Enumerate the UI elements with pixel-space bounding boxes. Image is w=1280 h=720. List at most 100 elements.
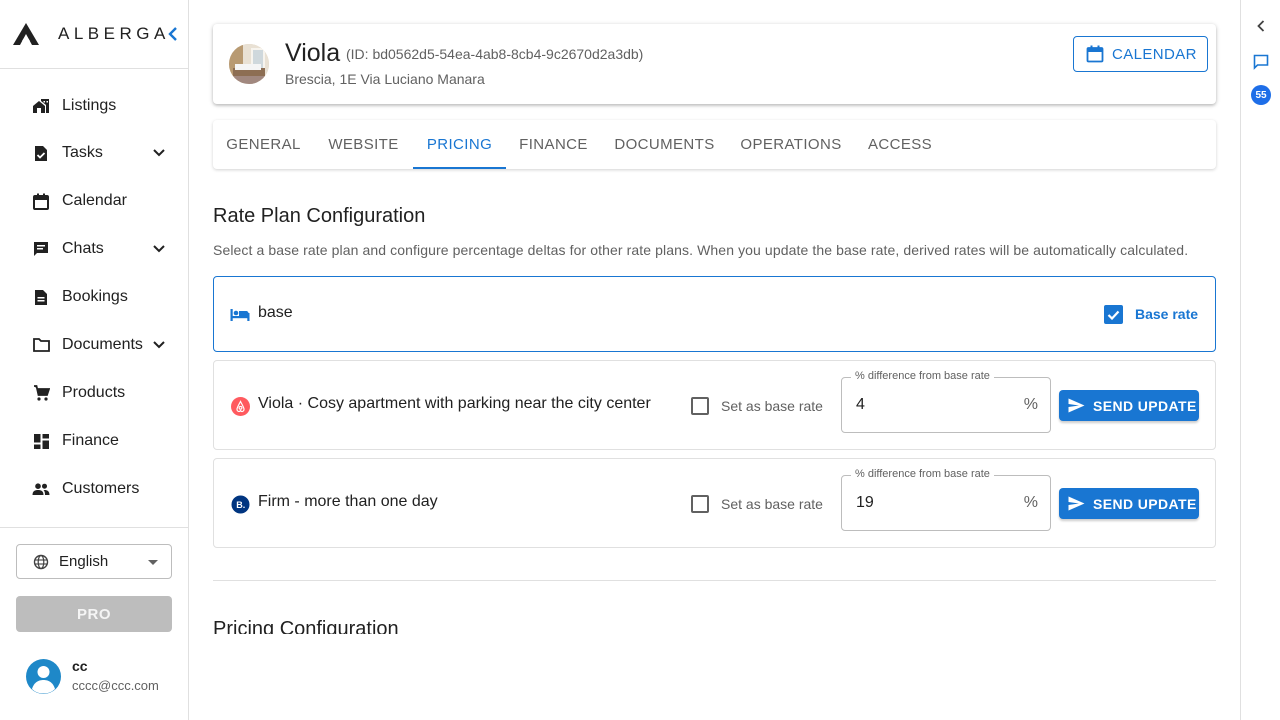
rate-plan-title: Rate Plan Configuration — [213, 205, 426, 227]
tab-operations[interactable]: OPERATIONS — [728, 120, 854, 169]
sidebar-item-label: Customers — [62, 480, 140, 497]
sidebar-item-label: Listings — [62, 97, 117, 114]
sidebar-item-calendar[interactable]: Calendar — [0, 179, 188, 223]
sidebar-item-listings[interactable]: Listings — [0, 84, 188, 128]
chevron-down-icon — [150, 240, 168, 258]
sidebar-item-finance[interactable]: Finance — [0, 419, 188, 463]
account-circle-icon — [32, 666, 55, 694]
sidebar-item-label: Calendar — [62, 192, 127, 209]
set-base-rate-checkbox[interactable] — [691, 495, 709, 513]
send-update-label: SEND UPDATE — [1093, 495, 1197, 512]
messages-button[interactable] — [1253, 54, 1269, 70]
percent-difference-field[interactable]: % difference from base rate % — [841, 468, 1051, 531]
notification-badge[interactable]: 55 — [1251, 85, 1271, 105]
base-rate-label: Base rate — [1135, 306, 1199, 322]
sidebar-item-label: Finance — [62, 432, 119, 449]
sidebar-item-tasks[interactable]: Tasks — [0, 131, 188, 175]
pro-button[interactable]: PRO — [16, 596, 172, 632]
cart-icon — [32, 384, 50, 402]
section-divider — [213, 580, 1216, 581]
sidebar-item-label: Tasks — [62, 144, 103, 161]
property-header: Viola (ID: bd0562d5-54ea-4ab8-8cb4-9c267… — [213, 24, 1216, 104]
tab-finance[interactable]: FINANCE — [506, 120, 601, 169]
base-rate-checkbox[interactable] — [1104, 305, 1123, 324]
chat-icon — [32, 240, 50, 258]
task-icon — [32, 144, 50, 162]
sidebar-item-label: Bookings — [62, 288, 128, 305]
rate-plan-name: Firm - more than one day — [258, 493, 438, 510]
field-label: % difference from base rate — [851, 468, 994, 480]
rate-plan-card: B. Firm - more than one day Set as base … — [213, 458, 1216, 548]
percent-difference-input[interactable] — [856, 396, 1006, 414]
chevron-down-icon — [150, 144, 168, 162]
right-rail: 55 — [1240, 0, 1280, 720]
set-base-rate-label: Set as base rate — [721, 496, 823, 512]
sidebar-item-customers[interactable]: Customers — [0, 467, 188, 511]
send-update-button[interactable]: SEND UPDATE — [1059, 488, 1199, 519]
bed-icon — [230, 305, 250, 325]
calendar-icon — [32, 192, 50, 210]
user-email: cccc@ccc.com — [72, 678, 159, 693]
calendar-button-label: CALENDAR — [1112, 45, 1197, 63]
rate-plan-name: base — [258, 304, 293, 321]
calendar-button[interactable]: CALENDAR — [1073, 36, 1208, 72]
check-icon — [1107, 310, 1120, 320]
property-id: (ID: bd0562d5-54ea-4ab8-8cb4-9c2670d2a3d… — [346, 46, 644, 62]
percent-suffix: % — [1023, 494, 1038, 511]
sidebar-item-bookings[interactable]: Bookings — [0, 275, 188, 319]
property-address: Brescia, 1E Via Luciano Manara — [285, 71, 485, 87]
sidebar-item-documents[interactable]: Documents — [0, 323, 188, 367]
chevron-left-icon — [1257, 20, 1265, 32]
airbnb-icon — [230, 396, 250, 416]
percent-difference-field[interactable]: % difference from base rate % — [841, 370, 1051, 433]
percent-difference-input[interactable] — [856, 494, 1006, 512]
property-avatar — [229, 44, 269, 84]
sidebar-item-chats[interactable]: Chats — [0, 227, 188, 271]
sidebar-item-label: Chats — [62, 240, 104, 257]
document-icon — [32, 288, 50, 306]
calendar-icon — [1086, 45, 1104, 63]
people-icon — [32, 480, 50, 498]
tab-bar: GENERAL WEBSITE PRICING FINANCE DOCUMENT… — [213, 120, 1216, 169]
chevron-down-icon — [150, 336, 168, 354]
rate-plan-name: Viola · Cosy apartment with parking near… — [258, 395, 651, 412]
tab-documents[interactable]: DOCUMENTS — [601, 120, 728, 169]
send-icon — [1068, 398, 1085, 413]
send-icon — [1068, 496, 1085, 511]
collapse-sidebar-button[interactable] — [164, 25, 182, 43]
send-update-button[interactable]: SEND UPDATE — [1059, 390, 1199, 421]
sidebar: ALBERGA Listings Tasks Calendar Chats Bo… — [0, 0, 189, 720]
sidebar-item-products[interactable]: Products — [0, 371, 188, 415]
sidebar-item-label: Documents — [62, 336, 143, 353]
active-tab-indicator — [413, 167, 506, 169]
set-base-rate-checkbox[interactable] — [691, 397, 709, 415]
chat-bubble-icon — [1253, 54, 1269, 70]
alberga-logo — [13, 23, 39, 45]
home-work-icon — [32, 97, 50, 115]
sidebar-item-label: Products — [62, 384, 126, 401]
avatar[interactable] — [26, 659, 61, 694]
rate-plan-card: Viola · Cosy apartment with parking near… — [213, 360, 1216, 450]
expand-panel-button[interactable] — [1253, 18, 1269, 34]
tab-general[interactable]: GENERAL — [213, 120, 314, 169]
chevron-left-icon — [168, 27, 177, 41]
folder-icon — [32, 336, 50, 354]
booking-icon: B. — [230, 494, 250, 514]
pricing-config-title: Pricing Configuration — [213, 618, 399, 634]
brand-header: ALBERGA — [0, 0, 188, 69]
field-label: % difference from base rate — [851, 370, 994, 382]
tab-access[interactable]: ACCESS — [854, 120, 946, 169]
user-name: cc — [72, 658, 88, 674]
svg-text:B.: B. — [236, 500, 245, 510]
brand-name: ALBERGA — [58, 24, 170, 43]
tab-website[interactable]: WEBSITE — [314, 120, 413, 169]
percent-suffix: % — [1023, 396, 1038, 413]
language-select[interactable]: English — [16, 544, 172, 579]
globe-icon — [33, 554, 49, 570]
dashboard-icon — [32, 432, 50, 450]
base-rate-plan-card: base Base rate — [213, 276, 1216, 352]
sidebar-divider — [0, 527, 188, 528]
dropdown-arrow-icon — [148, 560, 158, 565]
tab-pricing[interactable]: PRICING — [413, 120, 506, 169]
send-update-label: SEND UPDATE — [1093, 397, 1197, 414]
